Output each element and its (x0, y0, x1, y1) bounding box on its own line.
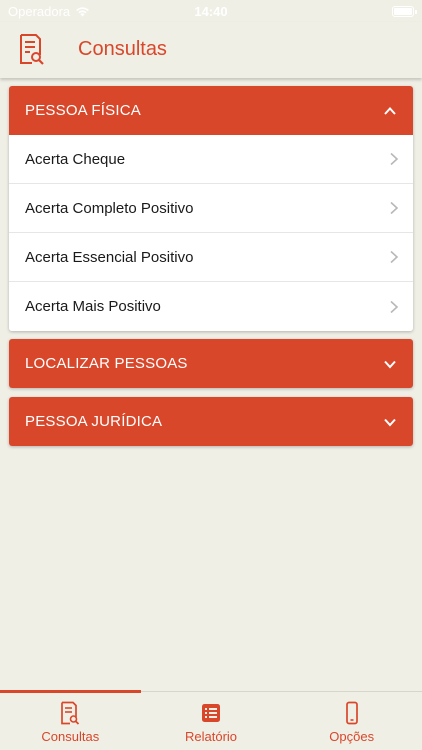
section-title: PESSOA FÍSICA (25, 102, 141, 119)
list-item-label: Acerta Cheque (25, 150, 126, 168)
list-item-label: Acerta Essencial Positivo (25, 248, 194, 266)
section-header-localizar-pessoas[interactable]: LOCALIZAR PESSOAS (9, 339, 413, 388)
section-pessoa-juridica: PESSOA JURÍDICA (9, 397, 413, 446)
battery-icon (392, 5, 417, 17)
chevron-right-icon (390, 300, 399, 313)
chevron-right-icon (390, 250, 399, 264)
tab-opcoes[interactable]: Opções (281, 692, 422, 750)
section-title: PESSOA JURÍDICA (25, 413, 163, 430)
chevron-up-icon (384, 106, 396, 115)
document-search-icon (61, 701, 80, 725)
chevron-down-icon (384, 360, 396, 368)
phone-icon (345, 701, 358, 725)
tab-label: Consultas (41, 729, 100, 744)
status-time: 14:40 (194, 3, 228, 19)
list-item-acerta-essencial-positivo[interactable]: Acerta Essencial Positivo (9, 233, 413, 282)
tab-relatorio[interactable]: Relatório (141, 692, 282, 750)
list-item-label: Acerta Mais Positivo (25, 298, 161, 315)
tab-label: Opções (329, 729, 375, 744)
chevron-down-icon (384, 418, 396, 426)
section-title: LOCALIZAR PESSOAS (25, 355, 188, 372)
list-item-acerta-completo-positivo[interactable]: Acerta Completo Positivo (9, 184, 413, 233)
list-item-acerta-mais-positivo[interactable]: Acerta Mais Positivo (9, 282, 413, 331)
tab-consultas[interactable]: Consultas (0, 692, 141, 750)
list-icon (202, 704, 220, 722)
chevron-right-icon (390, 152, 399, 166)
section-header-pessoa-juridica[interactable]: PESSOA JURÍDICA (9, 397, 413, 446)
tab-bar: Consultas Relatório Opções (0, 690, 422, 750)
section-pessoa-fisica: PESSOA FÍSICA Acerta Cheque Acerta Compl… (9, 86, 413, 331)
list-item-label: Acerta Completo Positivo (25, 199, 194, 217)
section-localizar-pessoas: LOCALIZAR PESSOAS (9, 339, 413, 388)
page-title: Consultas (78, 38, 167, 60)
section-header-pessoa-fisica[interactable]: PESSOA FÍSICA (9, 86, 413, 135)
nav-bar: Consultas (0, 22, 422, 78)
status-bar: Operadora 14:40 (0, 0, 422, 22)
tab-label: Relatório (184, 729, 238, 744)
active-tab-indicator (0, 690, 141, 693)
chevron-right-icon (390, 201, 399, 215)
document-search-icon (20, 34, 44, 65)
list-item-acerta-cheque[interactable]: Acerta Cheque (9, 135, 413, 184)
